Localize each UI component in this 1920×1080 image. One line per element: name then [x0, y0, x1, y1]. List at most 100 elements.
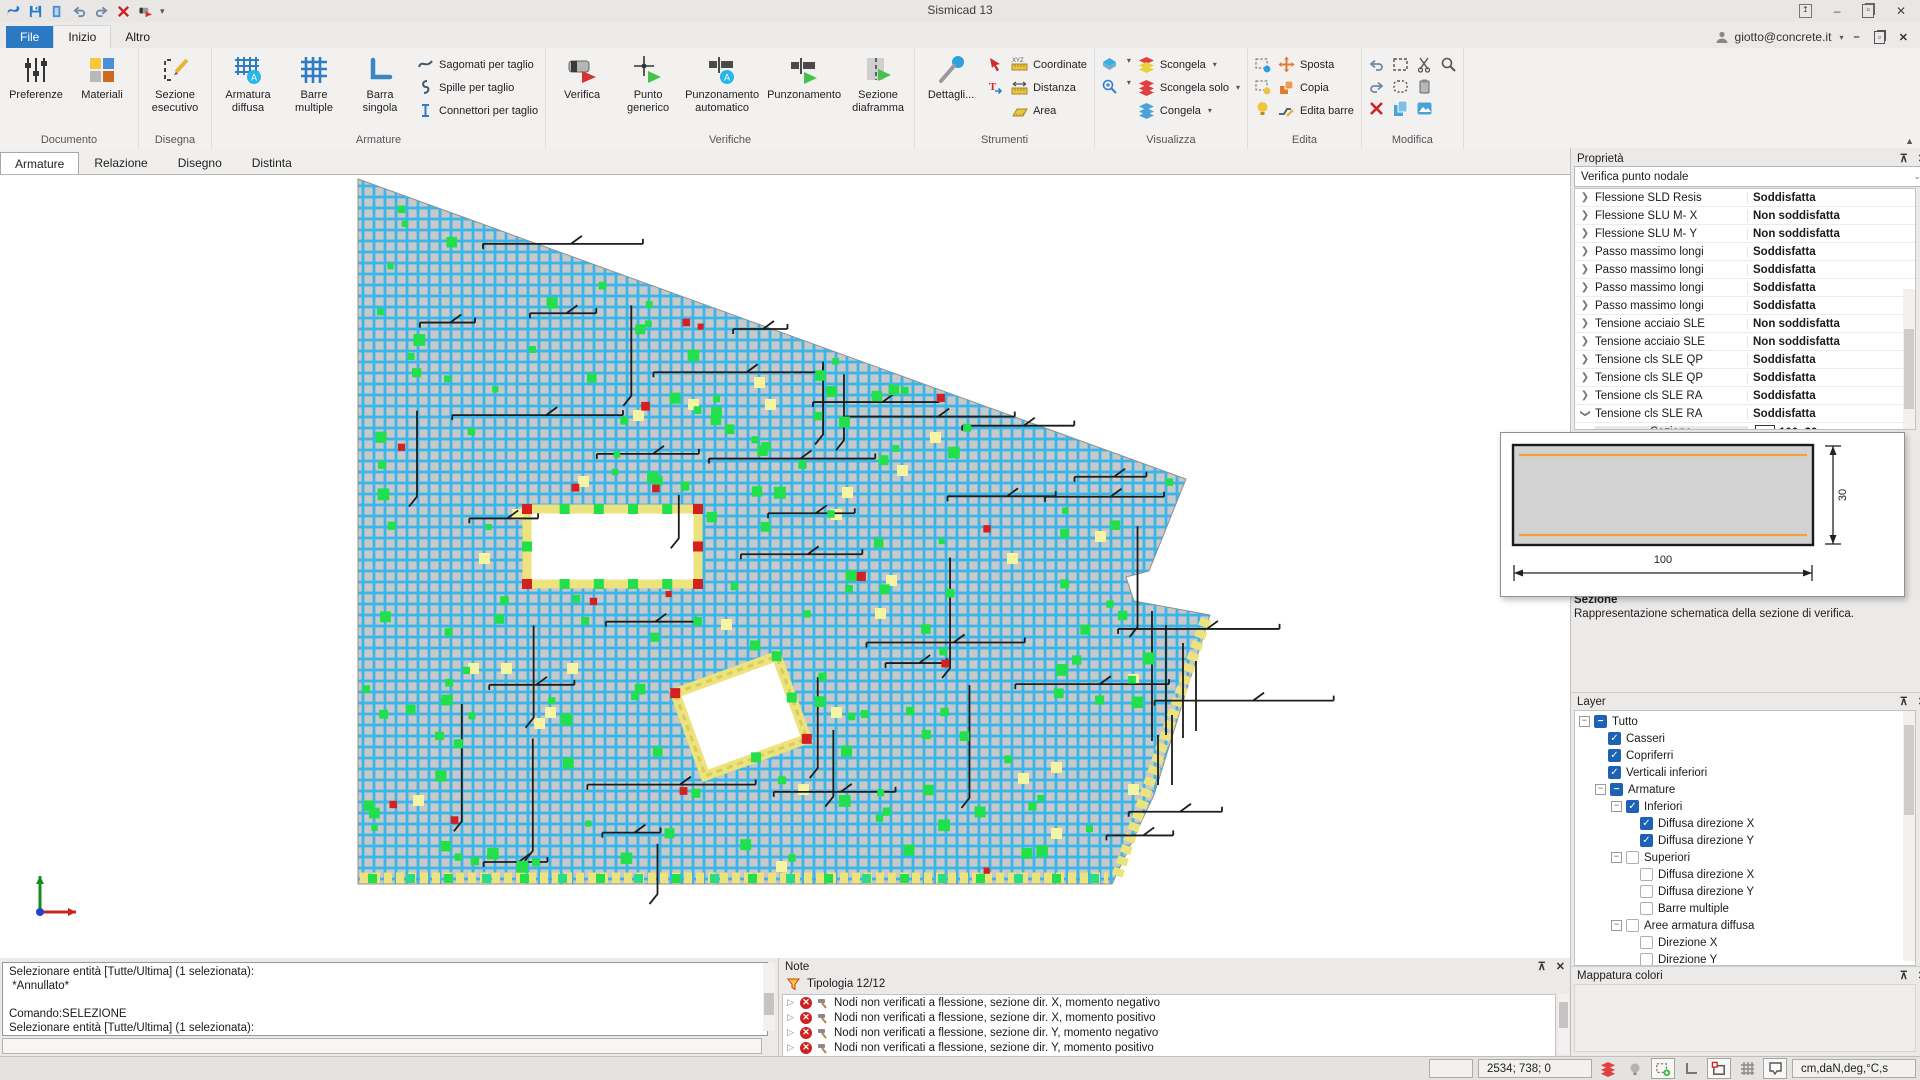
note-item[interactable]: ▷✕Nodi non verificati a flessione, sezio…: [783, 1040, 1555, 1055]
chevron-right-icon[interactable]: ❯: [1575, 228, 1595, 239]
checkbox-checked[interactable]: ✓: [1608, 749, 1621, 762]
chevron-right-icon[interactable]: ❯: [1575, 282, 1595, 293]
drawing-canvas[interactable]: [0, 174, 1570, 959]
checkbox-checked[interactable]: ✓: [1640, 817, 1653, 830]
zoom-tool-icon[interactable]: [1101, 78, 1118, 95]
seleziona-verifica-icon[interactable]: [987, 56, 1004, 73]
properties-scrollbar[interactable]: [1903, 289, 1915, 429]
mappatura-pin-icon[interactable]: ⊼: [1900, 969, 1908, 982]
tab-disegno[interactable]: Disegno: [163, 151, 237, 174]
statusbar-ortho-icon[interactable]: [1680, 1059, 1702, 1078]
layer-tree-item[interactable]: −−Tutto: [1575, 713, 1915, 730]
coordinate-button[interactable]: XYZ Coordinate: [1011, 56, 1087, 73]
evidenzia-entita-icon[interactable]: [1254, 78, 1271, 95]
armatura-diffusa-button[interactable]: A Armatura diffusa: [215, 49, 281, 115]
scongela-button[interactable]: Scongela▾: [1138, 56, 1240, 73]
dettagli-button[interactable]: Dettagli...: [918, 49, 984, 102]
chevron-right-icon[interactable]: ❯: [1575, 246, 1595, 257]
property-row[interactable]: ❯Flessione SLU M- YNon soddisfatta: [1575, 225, 1915, 243]
note-pin-icon[interactable]: ⊼: [1538, 960, 1546, 973]
note-item[interactable]: ▷✕Nodi non verificati a flessione, sezio…: [783, 995, 1555, 1010]
verifica-button[interactable]: Verifica: [549, 49, 615, 102]
layer-tree-item[interactable]: ✓Verticali inferiori: [1575, 764, 1915, 781]
checkbox-unchecked[interactable]: [1640, 885, 1653, 898]
checkbox-checked[interactable]: ✓: [1608, 732, 1621, 745]
vista-3d-icon[interactable]: [1101, 56, 1118, 73]
layer-tree-item[interactable]: Direzione X: [1575, 934, 1915, 951]
property-row[interactable]: ❯Flessione SLU M- XNon soddisfatta: [1575, 207, 1915, 225]
chevron-right-icon[interactable]: ❯: [1575, 210, 1595, 221]
punzonamento-automatico-button[interactable]: A Punzonamento automatico: [681, 49, 763, 115]
ripristina-icon[interactable]: [1368, 78, 1385, 95]
tab-altro[interactable]: Altro: [111, 26, 164, 48]
expand-triangle-icon[interactable]: ▷: [787, 1042, 795, 1053]
punto-generico-button[interactable]: Punto generico: [615, 49, 681, 115]
property-row[interactable]: ❯Flessione SLD ResisSoddisfatta: [1575, 189, 1915, 207]
restore-icon[interactable]: ▫: [1862, 4, 1874, 18]
preferenze-button[interactable]: Preferenze: [3, 49, 69, 102]
tab-inizio[interactable]: Inizio: [53, 25, 111, 48]
properties-pin-icon[interactable]: ⊼: [1900, 152, 1908, 165]
layer-tree-item[interactable]: −Aree armatura diffusa: [1575, 917, 1915, 934]
property-row[interactable]: ❯Tensione cls SLE RASoddisfatta: [1575, 405, 1915, 423]
layer-tree-item[interactable]: Diffusa direzione Y: [1575, 883, 1915, 900]
doc-restore-icon[interactable]: ▫: [1874, 31, 1885, 44]
verifica-quick-icon[interactable]: [138, 4, 153, 19]
layer-tree-item[interactable]: Diffusa direzione X: [1575, 866, 1915, 883]
property-row[interactable]: ❯Passo massimo longiSoddisfatta: [1575, 279, 1915, 297]
layer-tree-item[interactable]: −−Armature: [1575, 781, 1915, 798]
chevron-down-icon[interactable]: ❯: [1580, 404, 1591, 424]
checkbox-unchecked[interactable]: [1626, 851, 1639, 864]
close-icon[interactable]: ✕: [1896, 4, 1906, 18]
chevron-right-icon[interactable]: ❯: [1575, 390, 1595, 401]
evidenzia-selezione-icon[interactable]: [1254, 56, 1271, 73]
layer-tree-item[interactable]: Barre multiple: [1575, 900, 1915, 917]
taglia-icon[interactable]: [1416, 56, 1433, 73]
property-row[interactable]: ❯Passo massimo longiSoddisfatta: [1575, 297, 1915, 315]
checkbox-checked[interactable]: ✓: [1626, 800, 1639, 813]
statusbar-add-selection-icon[interactable]: [1651, 1058, 1675, 1079]
properties-selector[interactable]: Verifica punto nodale ⌄: [1574, 166, 1920, 187]
chevron-right-icon[interactable]: ❯: [1575, 318, 1595, 329]
chevron-right-icon[interactable]: ❯: [1575, 372, 1595, 383]
note-scrollbar[interactable]: [1558, 994, 1569, 1054]
statusbar-tooltip-icon[interactable]: [1763, 1058, 1787, 1079]
property-row[interactable]: ❯Tensione acciaio SLENon soddisfatta: [1575, 333, 1915, 351]
tree-collapse-icon[interactable]: −: [1579, 716, 1590, 727]
punzonamento-button[interactable]: Punzonamento: [763, 49, 845, 102]
undo-icon[interactable]: [72, 4, 87, 19]
property-row[interactable]: ❯Tensione cls SLE QPSoddisfatta: [1575, 351, 1915, 369]
lampadina-icon[interactable]: [1254, 100, 1271, 117]
chevron-right-icon[interactable]: ❯: [1575, 354, 1595, 365]
layer-pin-icon[interactable]: ⊼: [1900, 695, 1908, 708]
barra-singola-button[interactable]: Barra singola: [347, 49, 413, 115]
sezione-row[interactable]: Sezione100x30: [1575, 423, 1915, 430]
ribbon-display-options-icon[interactable]: ↥: [1799, 4, 1812, 18]
doc-minimize-icon[interactable]: –: [1853, 31, 1859, 44]
zoom-tool-dropdown-icon[interactable]: ▾: [1127, 78, 1131, 95]
command-input[interactable]: [2, 1038, 762, 1054]
note-item[interactable]: ▷✕Nodi non verificati a flessione, sezio…: [783, 1010, 1555, 1025]
selezione-poligono-icon[interactable]: [1392, 78, 1409, 95]
statusbar-layers-icon[interactable]: [1597, 1059, 1619, 1078]
command-log-scrollbar[interactable]: [763, 963, 775, 1031]
testo-verifica-icon[interactable]: T: [987, 78, 1004, 95]
incolla-icon[interactable]: [1416, 78, 1433, 95]
area-button[interactable]: Area: [1011, 102, 1087, 119]
layer-tree-item[interactable]: ✓Diffusa direzione Y: [1575, 832, 1915, 849]
checkbox-unchecked[interactable]: [1640, 902, 1653, 915]
selezione-finestra-icon[interactable]: [1392, 56, 1409, 73]
tab-relazione[interactable]: Relazione: [79, 151, 162, 174]
scongela-solo-button[interactable]: Scongela solo▾: [1138, 79, 1240, 96]
note-close-icon[interactable]: ✕: [1556, 960, 1565, 973]
chevron-right-icon[interactable]: ❯: [1575, 264, 1595, 275]
tab-armature[interactable]: Armature: [0, 152, 79, 175]
congela-button[interactable]: Congela▾: [1138, 102, 1240, 119]
distanza-button[interactable]: Distanza: [1011, 79, 1087, 96]
tree-collapse-icon[interactable]: −: [1611, 801, 1622, 812]
duplica-icon[interactable]: [1392, 100, 1409, 117]
tree-collapse-icon[interactable]: −: [1611, 852, 1622, 863]
copia-button[interactable]: Copia: [1278, 79, 1354, 96]
sezione-esecutivo-button[interactable]: Sezione esecutivo: [142, 49, 208, 115]
checkbox-checked[interactable]: ✓: [1608, 766, 1621, 779]
